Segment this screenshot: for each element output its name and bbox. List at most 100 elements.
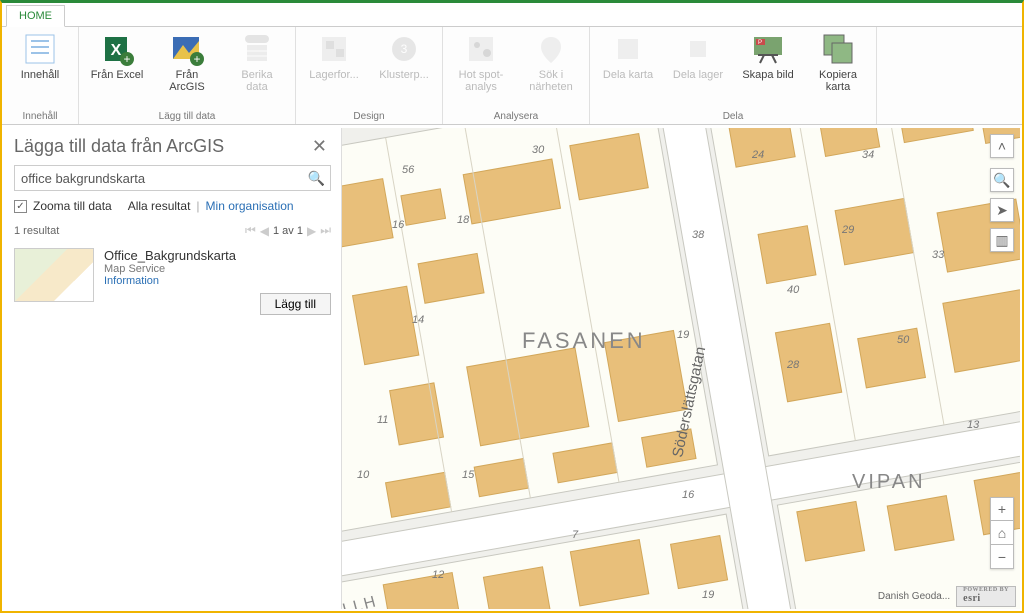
svg-text:14: 14 [412,314,424,326]
create-image-icon: P [750,31,786,67]
btn-hotspot[interactable]: Hot spot- analys [451,31,511,93]
esri-logo: POWERED BY esri [956,586,1016,607]
svg-text:38: 38 [692,229,705,241]
svg-text:16: 16 [392,219,405,231]
tab-home[interactable]: HOME [6,5,65,27]
svg-text:10: 10 [357,469,370,481]
btn-klusterp[interactable]: 3 Klusterp... [374,31,434,81]
add-data-panel: Lägga till data från ArcGIS ✕ 🔍 ✓ Zooma … [4,128,342,609]
copy-map-icon [820,31,856,67]
area-label-vipan: VIPAN [852,471,926,493]
btn-from-arcgis[interactable]: + Från ArcGIS [157,31,217,93]
zoom-to-data-checkbox[interactable]: ✓ [14,200,27,213]
group-dela: Dela karta Dela lager P Skapa bild Kopie… [590,27,877,124]
group-label-laggtill: Lägg till data [159,109,216,122]
svg-text:29: 29 [841,224,854,236]
btn-skapa-bild[interactable]: P Skapa bild [738,31,798,81]
svg-text:X: X [111,42,122,59]
search-icon[interactable]: 🔍 [308,170,325,187]
collapse-ribbon-icon[interactable]: ˄ [990,134,1014,158]
btn-dela-lager[interactable]: Dela lager [668,31,728,81]
main-area: Lägga till data från ArcGIS ✕ 🔍 ✓ Zooma … [4,128,1020,609]
pager-first-icon[interactable]: ⏮ [245,223,256,238]
pager-current: 1 av 1 [273,225,303,237]
svg-text:34: 34 [862,149,874,161]
svg-text:33: 33 [932,249,945,261]
svg-text:12: 12 [432,569,444,581]
share-layer-icon [680,31,716,67]
home-extent-button[interactable]: ⌂ [990,521,1014,545]
btn-berika-data[interactable]: Berika data [227,31,287,93]
btn-dela-karta[interactable]: Dela karta [598,31,658,81]
map-attribution: Danish Geoda... POWERED BY esri [878,586,1016,607]
svg-text:50: 50 [897,334,910,346]
layers-icon [316,31,352,67]
group-analysera: Hot spot- analys Sök i närheten Analyser… [443,27,590,124]
panel-title: Lägga till data från ArcGIS [14,136,224,157]
svg-text:11: 11 [377,414,388,426]
svg-text:3: 3 [401,42,408,56]
filter-all-results[interactable]: Alla resultat [128,199,191,213]
result-title: Office_Bakgrundskarta [104,248,331,263]
pin-icon [533,31,569,67]
attribution-text: Danish Geoda... [878,591,950,602]
area-label-fasanen: FASANEN [522,328,646,353]
group-innehall: Innehåll Innehåll [2,27,79,124]
search-map-icon[interactable]: 🔍 [990,168,1014,192]
btn-kopiera-karta[interactable]: Kopiera karta [808,31,868,93]
close-panel-button[interactable]: ✕ [308,136,331,157]
zoom-to-data-label: Zooma till data [33,199,112,213]
btn-sok-narheten[interactable]: Sök i närheten [521,31,581,93]
excel-icon: X+ [99,31,135,67]
svg-text:56: 56 [402,164,415,176]
svg-text:19: 19 [677,329,689,341]
zoom-in-button[interactable]: + [990,497,1014,521]
btn-innehall[interactable]: Innehåll [10,31,70,81]
map-canvas[interactable]: FASANEN VIPAN ELLH Söderslättsgatan 30 5… [342,128,1020,609]
svg-text:+: + [123,52,130,66]
group-label-design: Design [353,109,384,122]
btn-lagerfor[interactable]: Lagerfor... [304,31,364,81]
pointer-tool-icon[interactable]: ➤ [990,198,1014,222]
svg-text:15: 15 [462,469,475,481]
svg-text:19: 19 [702,589,714,601]
svg-text:P: P [758,40,762,46]
result-thumbnail[interactable] [14,248,94,302]
pager-next-icon[interactable]: ▶ [307,224,316,238]
svg-text:16: 16 [682,489,695,501]
hotspot-icon [463,31,499,67]
group-laggtill: X+ Från Excel + Från ArcGIS Berika data … [79,27,296,124]
ribbon: Innehåll Innehåll X+ Från Excel + Från A… [2,27,1022,125]
contents-icon [22,31,58,67]
group-label-innehall: Innehåll [22,109,57,122]
svg-text:+: + [193,52,200,66]
group-label-dela: Dela [723,109,744,122]
add-button[interactable]: Lägg till [260,293,331,315]
ribbon-tabs: HOME [2,3,1022,27]
result-count: 1 resultat [14,225,59,237]
pager-prev-icon[interactable]: ◀ [260,224,269,238]
svg-text:40: 40 [787,284,800,296]
pager: ⏮ ◀ 1 av 1 ▶ ⏭ [245,223,331,238]
svg-text:30: 30 [532,144,545,156]
search-input[interactable] [14,165,331,191]
group-label-analysera: Analysera [494,109,538,122]
basemap-icon[interactable]: ▥ [990,228,1014,252]
btn-from-excel[interactable]: X+ Från Excel [87,31,147,81]
cluster-icon: 3 [386,31,422,67]
arcgis-icon: + [169,31,205,67]
enrich-icon [239,31,275,67]
pager-last-icon[interactable]: ⏭ [320,223,331,238]
result-item: Office_Bakgrundskarta Map Service Inform… [14,248,331,315]
svg-text:24: 24 [751,149,764,161]
svg-text:28: 28 [786,359,800,371]
group-design: Lagerfor... 3 Klusterp... Design [296,27,443,124]
svg-text:18: 18 [457,214,470,226]
result-subtitle: Map Service [104,263,331,275]
result-information-link[interactable]: Information [104,275,331,287]
svg-text:7: 7 [572,529,579,541]
filter-my-org[interactable]: Min organisation [206,199,294,213]
share-map-icon [610,31,646,67]
zoom-out-button[interactable]: − [990,545,1014,569]
svg-text:13: 13 [967,419,980,431]
